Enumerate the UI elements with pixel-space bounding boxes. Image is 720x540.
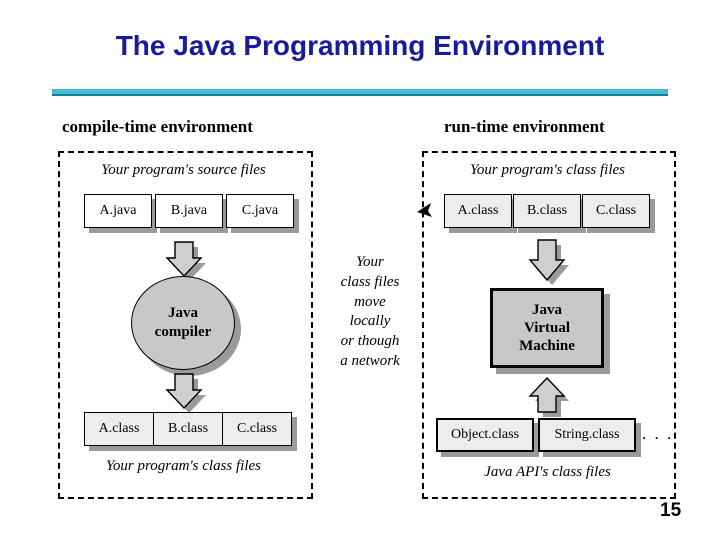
java-compiler-line1: Java — [168, 305, 198, 322]
note-line-3: move — [354, 293, 386, 310]
java-virtual-machine-node: Java Virtual Machine — [490, 288, 604, 368]
file-box-a-java: A.java — [84, 194, 152, 228]
api-files-ellipsis: . . . — [642, 424, 674, 443]
note-line-5: or though — [340, 333, 400, 350]
note-line-2: class files — [340, 273, 400, 290]
arrow-down-to-jvm — [528, 239, 569, 285]
compile-time-heading: compile-time environment — [62, 117, 253, 136]
title-divider-rule — [52, 89, 668, 96]
file-box-a-class-runtime: A.class — [444, 194, 512, 228]
file-box-string-class: String.class — [538, 418, 636, 452]
file-box-c-java: C.java — [226, 194, 294, 228]
file-box-c-class-compile: C.class — [222, 412, 292, 446]
java-api-caption: Java API's class files — [484, 464, 611, 480]
compile-output-caption: Your program's class files — [105, 458, 262, 474]
file-box-c-class-runtime: C.class — [582, 194, 650, 228]
file-box-b-class-runtime: B.class — [513, 194, 581, 228]
arrow-up-to-jvm — [528, 376, 569, 417]
class-files-transfer-note: Your class files move locally or though … — [322, 253, 418, 372]
java-compiler-line2: compiler — [154, 324, 212, 340]
file-box-b-class-compile: B.class — [153, 412, 223, 446]
slide-page-number: 15 — [660, 500, 682, 521]
run-time-heading: run-time environment — [444, 117, 605, 136]
arrow-down-to-compiler — [165, 241, 206, 280]
file-box-object-class: Object.class — [436, 418, 534, 452]
note-line-4: locally — [349, 313, 391, 330]
runtime-class-files-caption: Your program's class files — [469, 162, 626, 178]
file-box-b-java: B.java — [155, 194, 223, 228]
note-line-1: Your — [356, 254, 384, 270]
note-line-6: a network — [340, 352, 400, 369]
file-box-a-class-compile: A.class — [84, 412, 154, 446]
page-title: The Java Programming Environment — [115, 30, 605, 61]
compile-source-caption: Your program's source files — [101, 162, 266, 178]
jvm-line2: Virtual — [523, 320, 571, 336]
incoming-class-files-arrowhead-icon — [417, 203, 432, 217]
jvm-line1: Java — [532, 302, 562, 318]
java-compiler-node: Java compiler — [131, 276, 235, 370]
arrow-down-to-class-files — [165, 373, 206, 413]
jvm-line3: Machine — [519, 338, 575, 354]
